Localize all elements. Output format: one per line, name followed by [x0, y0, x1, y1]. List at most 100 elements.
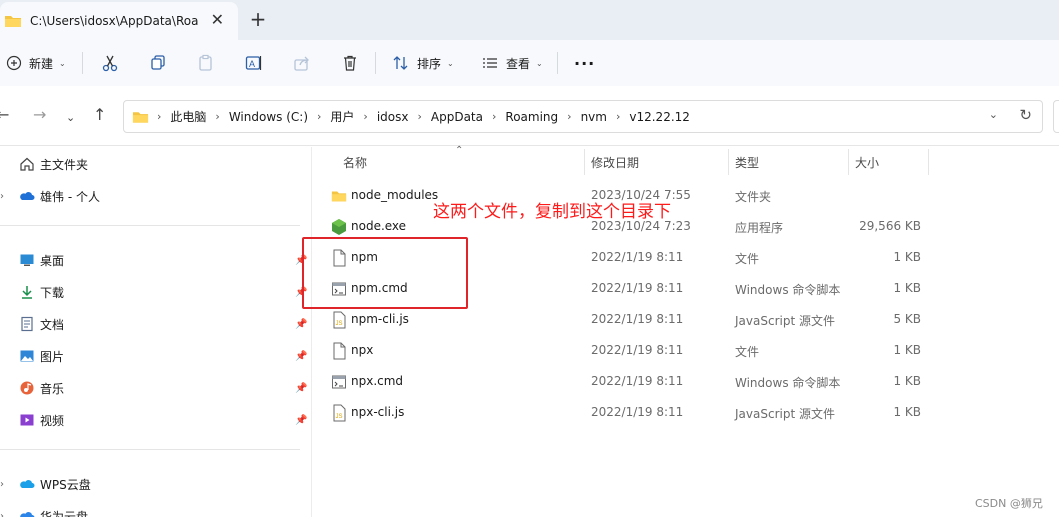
js-file-icon: JS [333, 404, 346, 422]
address-history-dropdown[interactable]: ⌄ [989, 108, 998, 121]
recent-locations-button[interactable]: ⌄ [66, 109, 75, 127]
file-type: 应用程序 [735, 221, 784, 235]
sidebar-item-label: 下载 [40, 285, 65, 300]
rename-icon: A [245, 56, 262, 70]
column-divider[interactable] [728, 149, 729, 175]
column-divider[interactable] [584, 149, 585, 175]
pin-icon[interactable]: 📌 [295, 351, 307, 362]
address-bar[interactable]: › 此电脑 › Windows (C:) › 用户 › idosx › AppD… [123, 100, 1043, 133]
documents-icon [21, 316, 33, 332]
sidebar-item-downloads[interactable]: 下载 📌 [0, 279, 312, 305]
chevron-right-icon: › [317, 110, 322, 123]
pin-icon[interactable]: 📌 [295, 319, 307, 330]
sidebar-item-music[interactable]: 音乐 📌 [0, 375, 312, 401]
column-divider[interactable] [848, 149, 849, 175]
delete-icon [344, 55, 356, 71]
file-date: 2022/1/19 8:11 [591, 312, 684, 326]
tab-current-folder[interactable]: C:\Users\idosx\AppData\Roar ✕ [0, 2, 238, 40]
file-explorer-window: C:\Users\idosx\AppData\Roar ✕ + 新建 ⌄ A 排… [0, 0, 1059, 517]
table-row[interactable]: npx 2022/1/19 8:11 文件 1 KB [313, 335, 1059, 366]
desktop-icon [20, 254, 34, 266]
chevron-right-icon: › [215, 110, 220, 123]
sidebar-item-wps-cloud[interactable]: › WPS云盘 [0, 471, 312, 497]
chevron-right-icon: › [417, 110, 422, 123]
copy-icon [151, 55, 165, 70]
up-button[interactable]: ↑ [93, 106, 106, 124]
sidebar-item-huawei-cloud[interactable]: › 华为云盘 [0, 503, 312, 517]
nodejs-icon [332, 219, 346, 235]
watermark: CSDN @狮兄 [975, 497, 1043, 510]
back-button[interactable]: ← [0, 106, 9, 124]
breadcrumb-version[interactable]: v12.22.12 [629, 110, 690, 124]
rename-button[interactable]: A [245, 50, 263, 76]
chevron-right-icon[interactable]: › [0, 479, 4, 490]
delete-button[interactable] [341, 50, 359, 76]
copy-button[interactable] [149, 50, 167, 76]
cut-icon [102, 55, 118, 72]
file-type: Windows 命令脚本 [735, 376, 841, 390]
wps-cloud-icon [20, 480, 35, 488]
column-divider[interactable] [928, 149, 929, 175]
file-size: 1 KB [893, 405, 921, 419]
breadcrumb-appdata[interactable]: AppData [431, 110, 483, 124]
pin-icon[interactable]: 📌 [295, 383, 307, 394]
close-tab-button[interactable]: ✕ [211, 11, 224, 29]
column-header-type[interactable]: 类型 [735, 147, 759, 177]
share-icon [294, 56, 309, 71]
sort-icon [393, 56, 408, 70]
pin-icon[interactable]: 📌 [295, 415, 307, 426]
cut-button[interactable] [101, 50, 119, 76]
file-date: 2022/1/19 8:11 [591, 281, 684, 295]
sidebar-item-pictures[interactable]: 图片 📌 [0, 343, 312, 369]
sort-button[interactable]: 排序 ⌄ [392, 50, 454, 76]
new-button[interactable]: 新建 ⌄ [6, 50, 66, 76]
breadcrumb-nvm[interactable]: nvm [581, 110, 607, 124]
table-row[interactable]: npx.cmd 2022/1/19 8:11 Windows 命令脚本 1 KB [313, 366, 1059, 397]
tab-title: C:\Users\idosx\AppData\Roar [30, 14, 198, 28]
search-input[interactable] [1053, 100, 1059, 133]
file-name: npm-cli.js [351, 312, 409, 326]
file-size: 1 KB [893, 374, 921, 388]
breadcrumb-user[interactable]: idosx [377, 110, 409, 124]
file-type: 文件 [735, 252, 760, 266]
chevron-right-icon[interactable]: › [0, 191, 4, 202]
file-type: JavaScript 源文件 [735, 314, 835, 328]
music-icon [20, 381, 34, 395]
sidebar-item-label: 主文件夹 [40, 157, 89, 172]
sidebar-item-home[interactable]: 主文件夹 [0, 151, 312, 177]
svg-text:A: A [249, 59, 255, 69]
chevron-right-icon[interactable]: › [0, 511, 4, 517]
folder-icon [132, 111, 149, 123]
more-options-button[interactable]: ··· [574, 50, 595, 76]
pictures-icon [20, 350, 34, 362]
refresh-icon[interactable]: ↻ [1019, 106, 1032, 124]
view-button[interactable]: 查看 ⌄ [481, 50, 543, 76]
new-tab-button[interactable]: + [246, 8, 270, 32]
sidebar-item-onedrive[interactable]: › 雄伟 - 个人 [0, 183, 312, 209]
breadcrumb-drive-c[interactable]: Windows (C:) [229, 110, 308, 124]
file-type: 文件 [735, 345, 760, 359]
forward-button[interactable]: → [33, 106, 46, 124]
sidebar-item-documents[interactable]: 文档 📌 [0, 311, 312, 337]
table-row[interactable]: node_modules 2023/10/24 7:55 文件夹 [313, 180, 1059, 211]
share-button[interactable] [293, 50, 311, 76]
column-header-name[interactable]: 名称 [343, 147, 367, 177]
paste-button[interactable] [197, 50, 215, 76]
table-row[interactable]: JS npx-cli.js 2022/1/19 8:11 JavaScript … [313, 397, 1059, 428]
file-size: 1 KB [893, 343, 921, 357]
chevron-right-icon: › [567, 110, 572, 123]
sidebar-item-label: 桌面 [40, 253, 65, 268]
column-header-size[interactable]: 大小 [855, 147, 879, 177]
breadcrumb-this-pc[interactable]: 此电脑 [170, 108, 206, 125]
sort-button-label: 排序 [417, 56, 442, 71]
onedrive-icon [20, 192, 35, 200]
breadcrumb-roaming[interactable]: Roaming [505, 110, 558, 124]
breadcrumb-users[interactable]: 用户 [330, 108, 354, 125]
chevron-right-icon: › [363, 110, 368, 123]
sidebar-item-videos[interactable]: 视频 📌 [0, 407, 312, 433]
file-date: 2022/1/19 8:11 [591, 405, 684, 419]
column-header-date[interactable]: 修改日期 [591, 147, 639, 177]
sidebar-item-label: 华为云盘 [40, 509, 89, 517]
sidebar-item-desktop[interactable]: 桌面 📌 [0, 247, 312, 273]
plus-circle-icon [6, 55, 22, 71]
